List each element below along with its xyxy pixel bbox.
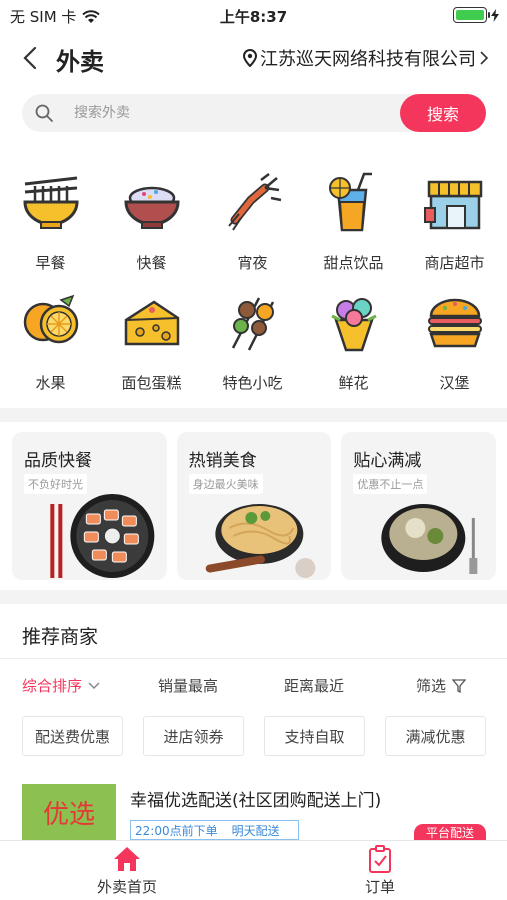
noodle-dish-image xyxy=(205,504,316,578)
filter-chip-coupon[interactable]: 进店领券 xyxy=(143,716,244,756)
category-fastfood[interactable]: 快餐 xyxy=(101,170,202,273)
category-label: 汉堡 xyxy=(439,374,470,392)
promo-card-fastfood[interactable]: 品质快餐 不负好时光 xyxy=(12,432,167,580)
filter-funnel-icon xyxy=(452,678,467,693)
drink-cup-icon xyxy=(328,172,372,232)
skewer-icon xyxy=(231,297,274,351)
store-icon xyxy=(423,180,482,230)
category-label: 早餐 xyxy=(35,254,66,272)
sort-label: 距离最近 xyxy=(284,677,345,695)
order-clipboard-icon xyxy=(369,845,391,873)
chevron-down-icon xyxy=(88,681,100,689)
search-button[interactable]: 搜索 xyxy=(400,94,486,132)
tab-orders[interactable]: 订单 xyxy=(310,845,450,897)
category-bakery[interactable]: 面包蛋糕 xyxy=(101,290,202,393)
promo-title: 品质快餐 xyxy=(24,451,92,471)
tab-bar: 外卖首页 订单 xyxy=(0,840,507,900)
shop-delivery-tag: 22:00点前下单 明天配送 xyxy=(130,820,299,840)
location-label: 江苏巡天网络科技有限公司 xyxy=(260,49,476,70)
charging-bolt-icon xyxy=(491,8,499,22)
location-pin-icon xyxy=(243,49,257,67)
category-latenight[interactable]: 宵夜 xyxy=(202,170,303,273)
location-selector[interactable]: 江苏巡天网络科技有限公司 xyxy=(243,45,489,71)
promo-title: 热销美食 xyxy=(188,451,257,471)
home-icon xyxy=(114,847,140,871)
soup-pot-image xyxy=(381,504,478,574)
filter-button[interactable]: 筛选 xyxy=(416,675,467,696)
tab-label: 外卖首页 xyxy=(96,878,157,896)
rice-bowl-icon xyxy=(123,186,180,229)
section-divider xyxy=(0,408,507,422)
category-label: 快餐 xyxy=(136,254,167,272)
category-supermarket[interactable]: 商店超市 xyxy=(404,170,505,273)
status-bar: 无 SIM 卡 上午8:37 xyxy=(0,0,507,30)
promo-card-hotfood[interactable]: 热销美食 身边最火美味 xyxy=(176,432,332,580)
filter-chip-pickup[interactable]: 支持自取 xyxy=(264,716,365,756)
shop-name[interactable]: 幸福优选配送(社区团购配送上门) xyxy=(130,786,381,811)
category-label: 甜点饮品 xyxy=(323,254,384,272)
shop-order-time: 22:00点前下单 xyxy=(135,824,218,838)
status-right xyxy=(453,7,499,23)
search-icon xyxy=(35,104,53,122)
orange-icon xyxy=(23,294,78,344)
category-snacks[interactable]: 特色小吃 xyxy=(202,290,303,393)
crayfish-icon xyxy=(227,173,281,231)
promo-card-discount[interactable]: 贴心满减 优惠不止一点 xyxy=(341,432,497,580)
battery-icon xyxy=(453,7,490,23)
flower-bouquet-icon xyxy=(330,298,377,352)
category-breakfast[interactable]: 早餐 xyxy=(0,170,101,273)
divider xyxy=(0,658,507,659)
noodle-bowl-icon xyxy=(22,176,79,229)
promo-title: 贴心满减 xyxy=(353,451,422,471)
category-label: 特色小吃 xyxy=(222,374,283,392)
category-label: 宵夜 xyxy=(237,254,268,272)
cheese-cake-icon xyxy=(124,300,179,346)
filter-chip-discount[interactable]: 满减优惠 xyxy=(385,716,486,756)
section-title: 推荐商家 xyxy=(22,626,99,648)
category-label: 商店超市 xyxy=(424,254,485,272)
section-divider xyxy=(0,590,507,604)
burger-icon xyxy=(427,298,482,348)
sort-label: 筛选 xyxy=(416,677,447,695)
chevron-left-icon[interactable] xyxy=(20,46,42,70)
sort-bar: 综合排序 销量最高 距离最近 筛选 xyxy=(0,672,507,700)
sushi-platter-image xyxy=(50,494,155,578)
page-title: 外卖 xyxy=(56,48,104,76)
category-label: 鲜花 xyxy=(338,374,369,392)
sort-sales[interactable]: 销量最高 xyxy=(158,675,218,696)
category-fruit[interactable]: 水果 xyxy=(0,290,101,393)
search-bar: 搜索 xyxy=(22,94,486,132)
filter-chip-delivery[interactable]: 配送费优惠 xyxy=(22,716,123,756)
category-flowers[interactable]: 鲜花 xyxy=(303,290,404,393)
category-burger[interactable]: 汉堡 xyxy=(404,290,505,393)
category-desserts[interactable]: 甜点饮品 xyxy=(303,170,404,273)
promo-row: 品质快餐 不负好时光 热销美食 身边最火美味 贴心满减 优惠不止一点 xyxy=(12,432,497,580)
shop-logo[interactable]: 优选 xyxy=(22,784,116,840)
sort-label: 销量最高 xyxy=(158,677,219,695)
sort-distance[interactable]: 距离最近 xyxy=(284,675,344,696)
tab-label: 订单 xyxy=(364,878,395,896)
filter-chips: 配送费优惠 进店领券 支持自取 满减优惠 xyxy=(22,716,486,756)
chevron-right-icon xyxy=(480,51,489,65)
header: 外卖 江苏巡天网络科技有限公司 xyxy=(0,34,507,82)
category-label: 面包蛋糕 xyxy=(121,374,182,392)
search-input[interactable] xyxy=(74,102,374,124)
category-label: 水果 xyxy=(35,374,66,392)
tab-home[interactable]: 外卖首页 xyxy=(57,845,197,897)
shop-delivery-day: 明天配送 xyxy=(231,824,280,838)
sort-comprehensive[interactable]: 综合排序 xyxy=(22,675,100,696)
status-time: 上午8:37 xyxy=(219,8,288,26)
sort-label: 综合排序 xyxy=(22,677,83,695)
